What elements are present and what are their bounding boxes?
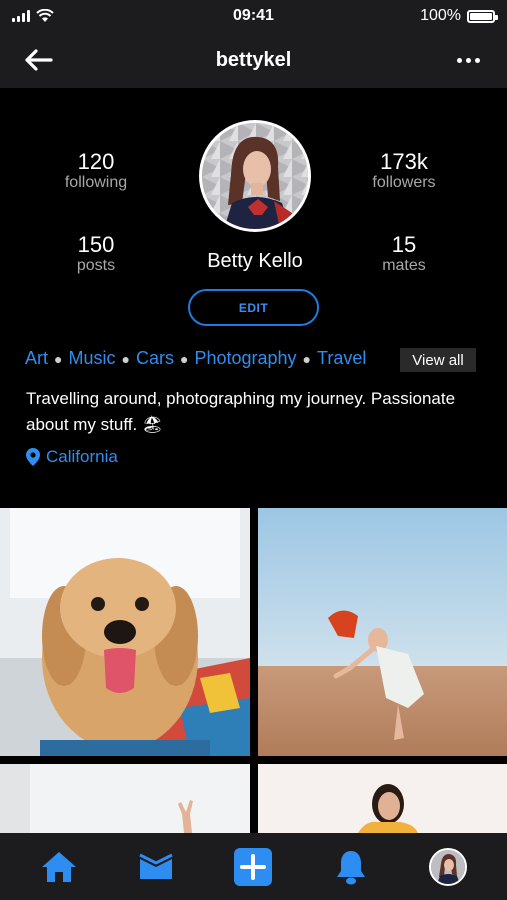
back-button[interactable] xyxy=(22,44,54,76)
mates-label: mates xyxy=(382,257,426,274)
profile-name: Betty Kello xyxy=(207,250,303,272)
tag-separator: ● xyxy=(121,350,130,367)
stat-following[interactable]: 120 following xyxy=(36,150,156,192)
stat-followers[interactable]: 173k followers xyxy=(344,150,464,192)
status-left xyxy=(12,9,54,23)
tab-notifications[interactable] xyxy=(324,840,378,894)
tag-travel[interactable]: Travel xyxy=(317,348,366,369)
inbox-icon xyxy=(139,853,173,879)
following-label: following xyxy=(64,174,128,191)
following-count: 120 xyxy=(77,149,115,174)
tag-cars[interactable]: Cars xyxy=(136,348,174,369)
photo-tile-portrait[interactable] xyxy=(258,764,507,833)
tab-home[interactable] xyxy=(32,840,86,894)
posts-count: 150 xyxy=(77,232,115,257)
tag-art[interactable]: Art xyxy=(25,348,48,369)
wifi-icon xyxy=(36,9,54,22)
tab-add[interactable] xyxy=(226,840,280,894)
location-text: California xyxy=(46,447,118,466)
photo-portrait xyxy=(258,764,507,833)
photo-grid xyxy=(0,508,507,833)
tag-music[interactable]: Music xyxy=(68,348,115,369)
followers-label: followers xyxy=(372,174,436,191)
more-button[interactable] xyxy=(453,44,483,76)
followers-count: 173k xyxy=(380,149,428,174)
posts-label: posts xyxy=(76,257,116,274)
avatar-small-photo xyxy=(431,849,466,884)
photo-tile-hand[interactable] xyxy=(0,764,250,833)
avatar-photo xyxy=(202,123,308,229)
photo-tile-dog[interactable] xyxy=(0,508,250,756)
status-bar: 09:41 100% xyxy=(0,0,507,32)
tab-bar xyxy=(0,833,507,900)
status-right: 100% xyxy=(420,7,498,25)
profile-bio: Travelling around, photographing my jour… xyxy=(26,389,456,434)
home-icon xyxy=(41,851,76,882)
photo-hand xyxy=(0,764,250,833)
signal-icon xyxy=(12,10,30,22)
battery-percentage: 100% xyxy=(420,7,461,24)
stat-posts[interactable]: 150 posts xyxy=(36,233,156,275)
more-dots-icon xyxy=(456,57,462,63)
profile-avatar[interactable] xyxy=(199,120,311,232)
profile-location[interactable]: California xyxy=(26,447,118,467)
edit-profile-button[interactable]: EDIT xyxy=(188,289,319,326)
photo-tile-field[interactable] xyxy=(258,508,507,756)
view-all-button[interactable]: View all xyxy=(400,348,476,372)
profile-avatar-small xyxy=(429,847,468,886)
tab-profile[interactable] xyxy=(421,840,475,894)
profile-header: 120 following 173k followers 150 posts 1… xyxy=(0,88,507,508)
mates-count: 15 xyxy=(391,232,417,257)
battery-icon xyxy=(467,9,498,23)
add-icon xyxy=(234,847,273,886)
tag-photography[interactable]: Photography xyxy=(194,348,296,369)
bell-icon xyxy=(336,850,365,884)
profile-username-title: bettykel xyxy=(215,48,292,71)
tag-separator: ● xyxy=(54,350,63,367)
interest-tags: Art ● Music ● Cars ● Photography ● Trave… xyxy=(25,348,366,369)
tag-separator: ● xyxy=(302,350,311,367)
profile-screen: 09:41 100% bettykel 120 following 173k f… xyxy=(0,0,507,900)
nav-bar: bettykel xyxy=(0,32,507,88)
arrow-left-icon xyxy=(25,49,53,71)
photo-dog xyxy=(0,508,250,756)
tag-separator: ● xyxy=(179,350,189,367)
tab-inbox[interactable] xyxy=(129,840,183,894)
location-pin-icon xyxy=(26,448,40,466)
photo-field xyxy=(258,508,507,756)
stat-mates[interactable]: 15 mates xyxy=(344,233,464,275)
